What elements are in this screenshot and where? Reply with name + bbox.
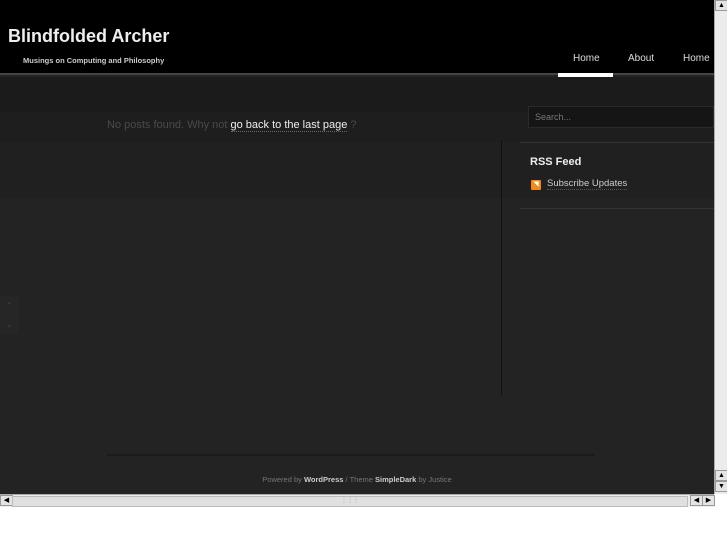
footer: Powered by WordPress / Theme SimpleDark … [0,475,714,484]
no-posts-message: No posts found. Why not go back to the l… [107,119,357,132]
scroll-down-icon[interactable]: ⌄ [0,315,19,334]
wordpress-link[interactable]: WordPress [304,475,343,484]
search-input[interactable] [528,106,714,128]
scroll-up-icon[interactable]: ⌃ [0,296,19,315]
nav-home-2[interactable]: Home [683,53,710,64]
scroll-up-button[interactable]: ▲ [715,0,727,11]
nav-about[interactable]: About [628,53,654,64]
subscribe-link[interactable]: Subscribe Updates [547,178,628,190]
footer-text: / Theme [345,475,373,484]
scroll-nav: ⌃ ⌄ [0,296,19,334]
footer-text: by Justice [418,475,452,484]
rss-icon: ◥ [531,180,541,190]
footer-text: Powered by [262,475,302,484]
scroll-up-button-2[interactable]: ▲ [715,470,727,481]
message-suffix: ? [350,119,357,131]
horizontal-scrollbar[interactable]: ◀ ⋮⋮⋮ ◀ ▶ [0,494,715,507]
divider [520,142,714,143]
vertical-scrollbar[interactable]: ▲ ▲ ▼ [714,0,727,494]
site-header: Blindfolded Archer Musings on Computing … [0,0,714,75]
horizontal-scroll-thumb[interactable]: ⋮⋮⋮ [12,496,688,507]
last-page-link[interactable]: go back to the last page [230,119,348,132]
message-text: No posts found. Why not [107,119,228,131]
nav-home[interactable]: Home [573,53,600,64]
footer-divider [107,454,595,456]
scroll-down-button[interactable]: ▼ [715,481,727,492]
scroll-right-button[interactable]: ▶ [702,495,715,506]
divider [501,140,502,395]
theme-link[interactable]: SimpleDark [375,475,416,484]
site-title[interactable]: Blindfolded Archer [8,26,169,47]
divider [520,208,714,209]
rss-widget-title: RSS Feed [530,156,582,168]
site-tagline: Musings on Computing and Philosophy [23,56,165,65]
browser-viewport: Blindfolded Archer Musings on Computing … [0,0,714,494]
